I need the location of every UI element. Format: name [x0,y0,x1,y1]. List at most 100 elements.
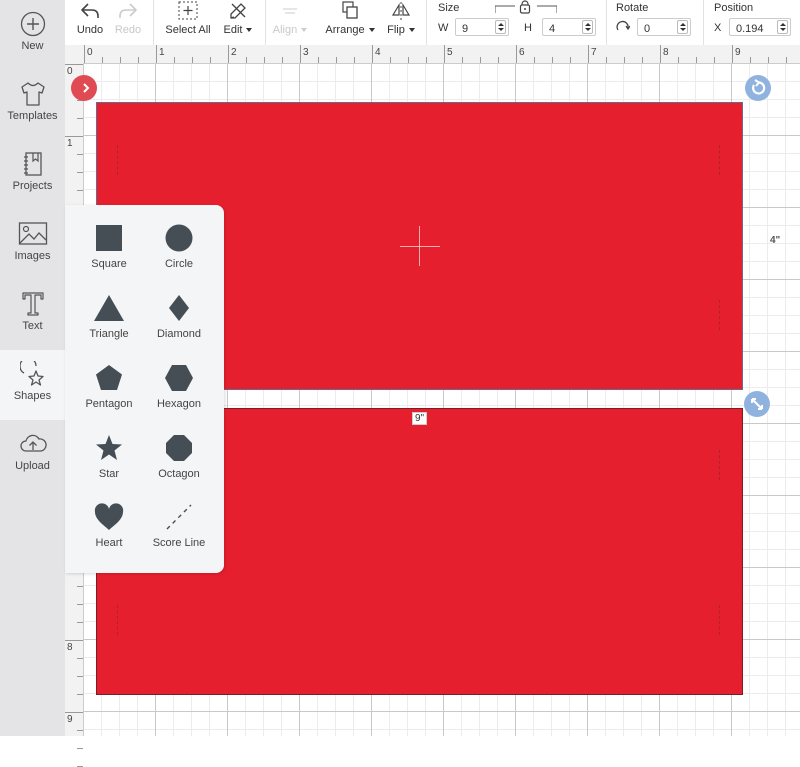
diamond-icon [169,295,189,321]
shape-label: Star [98,468,120,480]
rotate-icon [752,79,766,95]
ruler-minor-tick [77,658,83,659]
ruler-minor-tick [768,57,769,63]
chevron-down-icon [246,28,253,33]
circle-icon [165,224,193,252]
rotate-input[interactable] [638,21,672,37]
rotate-handle[interactable] [745,75,771,101]
shape-label: Triangle [89,328,129,340]
width-stepper[interactable] [455,18,509,37]
shape-label: Diamond [156,328,202,340]
redo-button[interactable]: Redo [111,0,145,45]
sidebar-item-templates[interactable]: Templates [0,70,65,140]
edit-dropdown[interactable]: Edit [218,0,258,45]
ruler-major-tick [732,45,733,63]
triangle-icon [94,295,124,321]
shape-diamond[interactable]: Diamond [144,293,214,353]
shape-octagon[interactable]: Octagon [144,433,214,493]
score-mark [719,605,721,635]
position-x-stepper[interactable] [729,18,791,37]
image-icon [18,222,47,245]
sidebar-item-upload[interactable]: Upload [0,420,65,490]
width-spinner-arrows[interactable] [495,20,506,34]
shape-star[interactable]: Star [74,433,144,493]
rotate-stepper[interactable] [637,18,691,37]
sidebar-item-images[interactable]: Images [0,210,65,280]
ruler-minor-tick [750,57,751,63]
height-input[interactable] [543,21,577,37]
ruler-major-tick [444,45,445,63]
shape-label: Circle [164,258,194,270]
undo-button[interactable]: Undo [73,0,107,45]
position-title: Position [714,2,754,14]
align-dropdown[interactable]: Align [270,0,310,45]
position-x-input[interactable] [730,21,772,37]
undo-icon [81,3,99,18]
ruler-minor-tick [606,57,607,63]
shape-square[interactable]: Square [74,223,144,283]
lock-icon[interactable] [518,0,532,14]
size-title: Size [438,2,460,14]
rotate-icon [616,20,630,31]
shape-hexagon[interactable]: Hexagon [144,363,214,423]
ruler-label: 9 [735,47,741,58]
ruler-minor-tick [246,57,247,63]
shape-triangle[interactable]: Triangle [74,293,144,353]
ruler-minor-tick [696,57,697,63]
chevron-down-icon [408,28,415,33]
height-stepper[interactable] [542,18,596,37]
shape-heart[interactable]: Heart [74,502,144,562]
toolbar-divider [606,0,607,45]
ruler-label: 9 [67,714,73,725]
select-all-label: Select All [165,24,211,36]
ruler-minor-tick [462,57,463,63]
ruler-minor-tick [77,694,83,695]
tshirt-icon [20,82,45,106]
ruler-major-tick [156,45,157,63]
cloud-upload-icon [19,434,47,452]
delete-handle[interactable] [71,75,97,101]
rotate-spinner-arrows[interactable] [677,20,688,34]
width-label: W [438,22,449,34]
ruler-minor-tick [678,57,679,63]
toolbar-divider [153,0,154,45]
arrange-dropdown[interactable]: Arrange [320,0,380,45]
octagon-icon [166,435,192,461]
score-mark [117,605,119,635]
sidebar-item-label: Upload [15,460,50,472]
height-spinner-arrows[interactable] [582,20,593,34]
sidebar-item-label: Projects [12,180,53,192]
center-crosshair [419,226,420,266]
ruler-minor-tick [77,622,83,623]
shapes-icon [19,361,44,386]
sidebar-item-shapes[interactable]: Shapes [0,350,65,420]
shape-label: Hexagon [156,398,202,410]
ruler-major-tick [372,45,373,63]
resize-handle[interactable] [744,391,770,417]
score-mark [719,300,721,330]
hexagon-icon [165,365,193,391]
notebook-icon [23,152,42,176]
chevron-down-icon [368,28,375,33]
ruler-minor-tick [77,748,83,749]
sidebar-item-new[interactable]: New [0,0,65,70]
width-input[interactable] [456,21,490,37]
ruler-major-tick [65,64,83,65]
shape-circle[interactable]: Circle [144,223,214,283]
shapes-panel: Square Circle Triangle Diamond Pentagon … [65,205,224,573]
ruler-major-tick [660,45,661,63]
flip-dropdown[interactable]: Flip [383,0,419,45]
ruler-minor-tick [480,57,481,63]
ruler-minor-tick [77,676,83,677]
undo-label: Undo [76,24,104,36]
sidebar-item-projects[interactable]: Projects [0,140,65,210]
position-x-spinner-arrows[interactable] [777,20,788,34]
sidebar-item-text[interactable]: Text [0,280,65,350]
score-mark [719,145,721,175]
shape-score-line[interactable]: Score Line [144,502,214,562]
sidebar-item-label: Text [22,320,43,332]
select-all-button[interactable]: Select All [163,0,213,45]
shape-pentagon[interactable]: Pentagon [74,363,144,423]
ruler-minor-tick [786,57,787,63]
shape-label: Pentagon [85,398,133,410]
